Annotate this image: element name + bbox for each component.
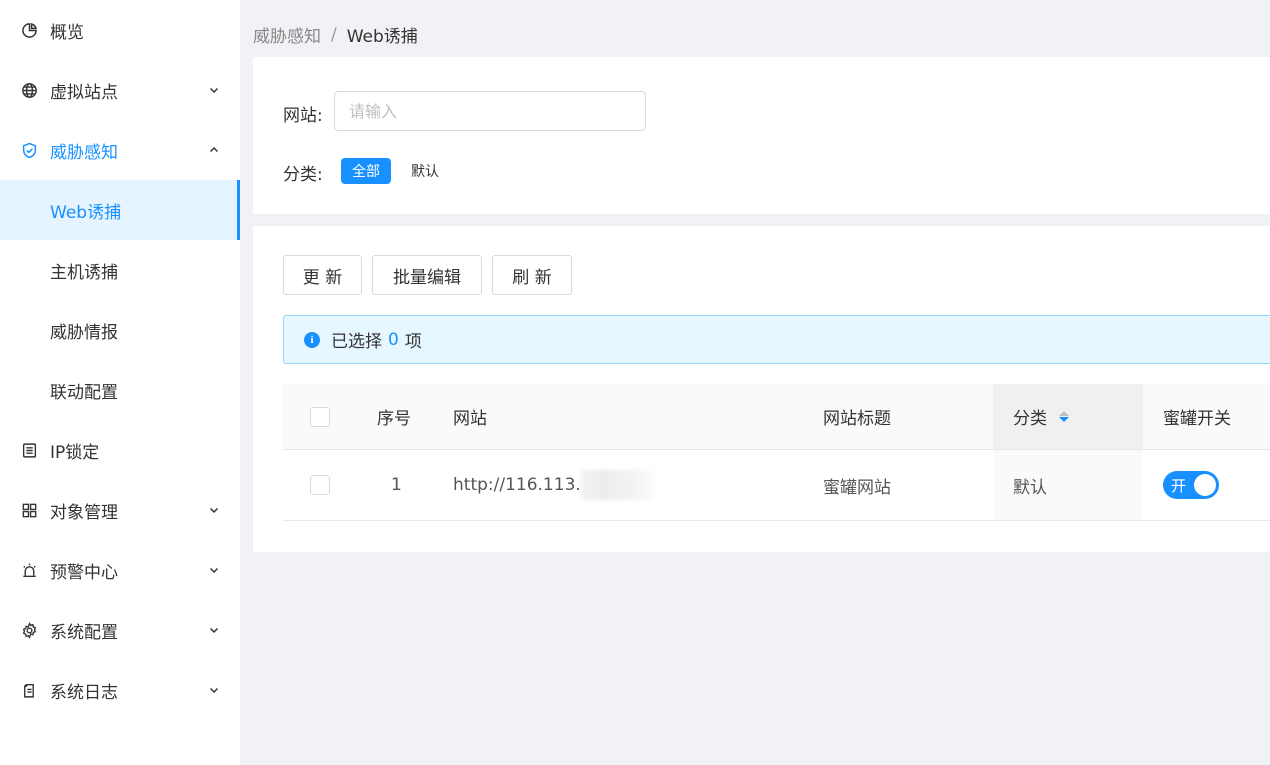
toggle-label: 开 [1171, 476, 1187, 495]
row-checkbox[interactable] [310, 475, 330, 495]
table-header: 序号 网站 网站标题 分类 蜜罐开关 [283, 384, 1270, 450]
log-icon [20, 681, 38, 699]
sidebar-item-virtual-site[interactable]: 虚拟站点 [0, 60, 240, 120]
header-honeypot: 蜜罐开关 [1163, 409, 1231, 429]
sidebar-item-host-trap[interactable]: 主机诱捕 [0, 240, 240, 300]
sidebar-item-linkage-config[interactable]: 联动配置 [0, 360, 240, 420]
sidebar-item-label: 对象管理 [50, 502, 118, 523]
chevron-down-icon [208, 684, 220, 696]
category-filter-label: 分类: [283, 165, 323, 185]
honeypot-toggle[interactable]: 开 [1163, 471, 1219, 499]
row-select-cell [310, 450, 330, 520]
shield-icon [20, 141, 38, 159]
cell-index: 1 [391, 475, 402, 495]
sidebar-item-label: 威胁感知 [50, 142, 118, 163]
table-panel: 更 新 批量编辑 刷 新 i 已选择 0 项 序号 网站 网站标题 分类 蜜罐开… [253, 226, 1270, 552]
sidebar-item-ip-lock[interactable]: IP锁定 [0, 420, 240, 480]
selection-alert: i 已选择 0 项 [283, 315, 1270, 364]
redacted-mask [580, 470, 653, 500]
sidebar-item-label: Web诱捕 [50, 202, 122, 223]
breadcrumb-separator: / [331, 24, 337, 45]
sidebar-item-label: 虚拟站点 [50, 82, 118, 103]
gear-icon [20, 621, 38, 639]
breadcrumb-parent[interactable]: 威胁感知 [253, 22, 321, 47]
sort-icon[interactable] [1059, 411, 1069, 422]
globe-icon [20, 81, 38, 99]
update-button[interactable]: 更 新 [283, 255, 362, 295]
chevron-down-icon [208, 564, 220, 576]
chevron-down-icon [208, 624, 220, 636]
list-icon [20, 441, 38, 459]
grid-icon [20, 501, 38, 519]
sidebar-item-object-management[interactable]: 对象管理 [0, 480, 240, 540]
cell-category: 默认 [1013, 477, 1047, 498]
select-all-cell [310, 384, 330, 449]
header-category-label: 分类 [1013, 409, 1047, 429]
batch-edit-button[interactable]: 批量编辑 [372, 255, 482, 295]
header-category[interactable]: 分类 [1013, 384, 1069, 449]
sidebar-item-label: 系统日志 [50, 682, 118, 703]
site-filter-label: 网站: [283, 106, 323, 126]
header-index: 序号 [377, 409, 411, 429]
pie-chart-icon [20, 21, 38, 39]
toggle-knob [1194, 474, 1216, 496]
chevron-down-icon [208, 504, 220, 516]
sidebar-item-label: IP锁定 [50, 442, 100, 463]
sidebar-item-label: 主机诱捕 [50, 262, 118, 283]
header-site: 网站 [453, 409, 487, 429]
alert-suffix: 项 [404, 332, 422, 352]
select-all-checkbox[interactable] [310, 406, 330, 427]
cell-site: http://116.113. [453, 450, 653, 520]
sidebar-item-threat-intel[interactable]: 威胁情报 [0, 300, 240, 360]
chevron-up-icon [208, 144, 220, 156]
sidebar-item-system-config[interactable]: 系统配置 [0, 600, 240, 660]
sidebar-item-label: 联动配置 [50, 382, 118, 403]
sidebar-item-system-log[interactable]: 系统日志 [0, 660, 240, 720]
sidebar-item-label: 预警中心 [50, 562, 118, 583]
alert-prefix: 已选择 [331, 332, 382, 352]
sidebar-item-alert-center[interactable]: 预警中心 [0, 540, 240, 600]
refresh-button[interactable]: 刷 新 [492, 255, 572, 295]
alarm-icon [20, 561, 38, 579]
sidebar-item-overview[interactable]: 概览 [0, 0, 240, 60]
info-icon: i [304, 331, 320, 348]
sidebar-item-label: 威胁情报 [50, 322, 118, 343]
breadcrumb: 威胁感知 / Web诱捕 [253, 22, 418, 48]
chevron-down-icon [208, 84, 220, 96]
site-search-input[interactable] [334, 91, 646, 131]
cell-honeypot: 开 [1163, 450, 1219, 520]
table-row: 1 http://116.113. 蜜罐网站 默认 开 [283, 450, 1270, 521]
category-default-tag[interactable]: 默认 [411, 158, 439, 184]
cell-site-url: http://116.113. [453, 475, 581, 495]
sidebar-item-label: 系统配置 [50, 622, 118, 643]
breadcrumb-current: Web诱捕 [346, 27, 418, 47]
header-title: 网站标题 [823, 409, 891, 429]
sidebar: 概览 虚拟站点 威胁感知 Web诱捕 主机诱捕 威胁情报 联动配置 IP锁定 对… [0, 0, 240, 765]
sidebar-item-label: 概览 [50, 22, 84, 43]
category-all-tag[interactable]: 全部 [341, 158, 391, 184]
sidebar-item-web-trap[interactable]: Web诱捕 [0, 180, 240, 240]
cell-title: 蜜罐网站 [823, 477, 891, 498]
filter-panel: 网站: 分类: 全部 默认 [253, 57, 1270, 214]
selected-count: 0 [388, 329, 399, 350]
sidebar-item-threat-awareness[interactable]: 威胁感知 [0, 120, 240, 180]
